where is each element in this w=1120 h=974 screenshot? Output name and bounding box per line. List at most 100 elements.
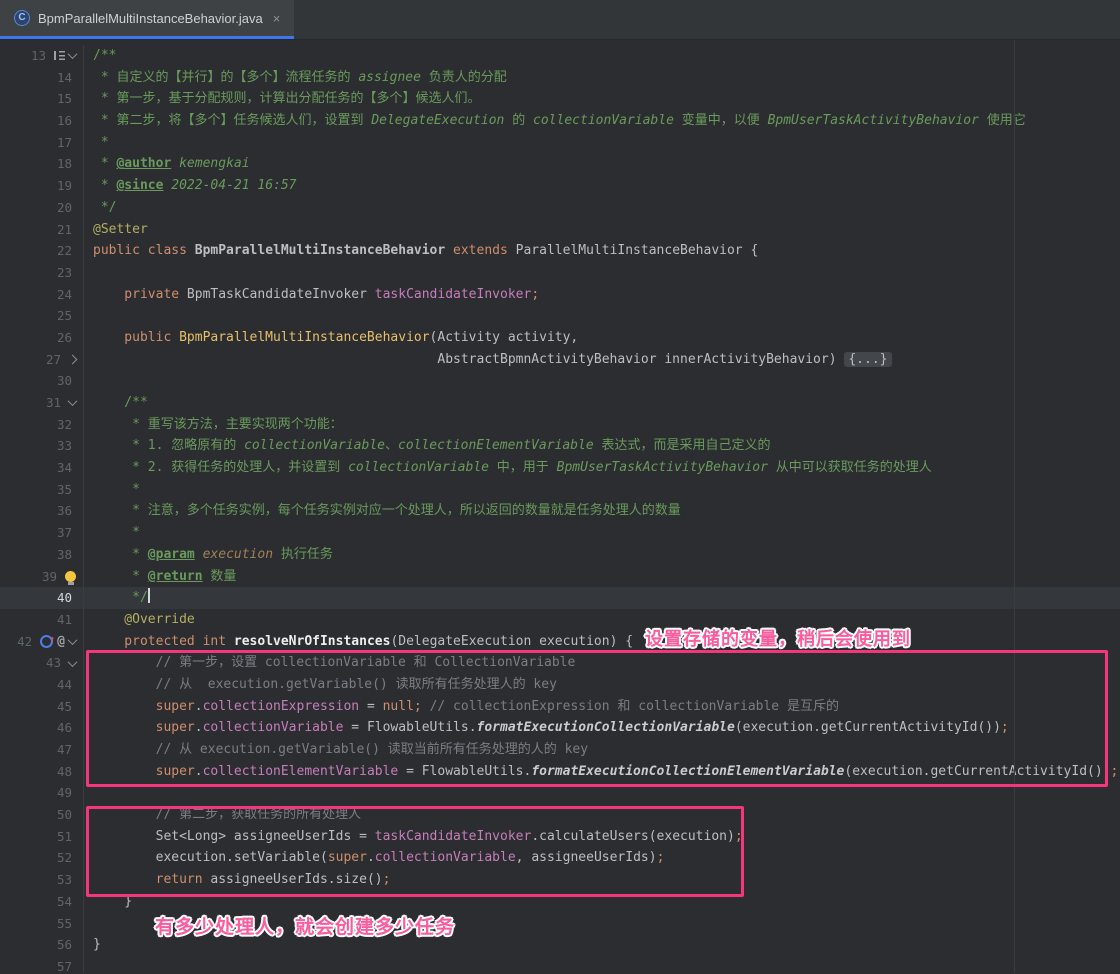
line-gutter: 37	[0, 522, 84, 544]
code-text: *	[84, 522, 140, 544]
code-line[interactable]: 18 * @author kemengkai	[0, 153, 1120, 175]
code-line[interactable]: 37 *	[0, 522, 1120, 544]
code-line[interactable]: 34 * 2. 获得任务的处理人，并设置到 collectionVariable…	[0, 457, 1120, 479]
code-line[interactable]: 41 @Override	[0, 609, 1120, 631]
line-number: 32	[48, 414, 72, 436]
code-line[interactable]: 40 */	[0, 587, 1120, 609]
code-text: * 第一步，基于分配规则，计算出分配任务的【多个】候选人们。	[84, 88, 480, 110]
code-line[interactable]: 36 * 注意，多个任务实例，每个任务实例对应一个处理人，所以返回的数量就是任务…	[0, 500, 1120, 522]
code-line[interactable]: 35 *	[0, 479, 1120, 501]
annotation-note-2: 有多少处理人，就会创建多少任务	[155, 912, 455, 939]
code-line[interactable]: 57	[0, 956, 1120, 973]
code-line[interactable]: 26 public BpmParallelMultiInstanceBehavi…	[0, 327, 1120, 349]
code-line[interactable]: 17 *	[0, 132, 1120, 154]
code-line[interactable]: 19 * @since 2022-04-21 16:57	[0, 175, 1120, 197]
line-gutter: 15	[0, 88, 84, 110]
line-number: 25	[48, 305, 72, 327]
annotation-box-step1	[86, 650, 1108, 787]
line-number: 26	[48, 327, 72, 349]
line-number: 33	[48, 435, 72, 457]
line-gutter: 30	[0, 370, 84, 392]
code-text	[84, 305, 93, 327]
line-number: 23	[48, 262, 72, 284]
line-number: 42	[8, 631, 32, 653]
line-number: 14	[48, 67, 72, 89]
line-number: 54	[48, 891, 72, 913]
fold-expand-icon[interactable]	[68, 49, 78, 59]
editor[interactable]: 13 /**14 * 自定义的【并行】的【多个】流程任务的 assignee 负责…	[0, 40, 1120, 973]
line-number: 36	[48, 500, 72, 522]
line-number: 44	[48, 674, 72, 696]
code-line[interactable]: 13 /**	[0, 45, 1120, 67]
line-number: 50	[48, 804, 72, 826]
code-text: * 1. 忽略原有的 collectionVariable、collection…	[84, 435, 771, 457]
line-gutter: 35	[0, 479, 84, 501]
line-number: 40	[48, 587, 72, 609]
line-gutter: 44	[0, 674, 84, 696]
code-line[interactable]: 15 * 第一步，基于分配规则，计算出分配任务的【多个】候选人们。	[0, 88, 1120, 110]
line-number: 47	[48, 739, 72, 761]
code-line[interactable]: 16 * 第二步，将【多个】任务候选人们，设置到 DelegateExecuti…	[0, 110, 1120, 132]
code-line[interactable]: 14 * 自定义的【并行】的【多个】流程任务的 assignee 负责人的分配	[0, 67, 1120, 89]
line-number: 39	[33, 566, 57, 588]
line-gutter: 51	[0, 826, 84, 848]
code-line[interactable]: 42 @ protected int resolveNrOfInstances(D…	[0, 631, 1120, 653]
code-line[interactable]: 38 * @param execution 执行任务	[0, 544, 1120, 566]
line-gutter: 18	[0, 153, 84, 175]
code-line[interactable]: 25	[0, 305, 1120, 327]
fold-expand-icon[interactable]	[68, 635, 78, 645]
line-gutter: 21	[0, 219, 84, 241]
code-text	[84, 956, 93, 973]
line-number: 34	[48, 457, 72, 479]
line-gutter: 56	[0, 934, 84, 956]
line-gutter: 34	[0, 457, 84, 479]
line-number: 13	[22, 45, 46, 67]
line-gutter: 25	[0, 305, 84, 327]
line-gutter: 13	[0, 45, 84, 67]
annotation-icon[interactable]: @	[57, 631, 65, 653]
line-gutter: 17	[0, 132, 84, 154]
line-number: 53	[48, 869, 72, 891]
code-line[interactable]: 30	[0, 370, 1120, 392]
code-line[interactable]: 23	[0, 262, 1120, 284]
line-gutter: 40	[0, 587, 84, 609]
line-gutter: 32	[0, 414, 84, 436]
line-gutter: 24	[0, 284, 84, 306]
fold-expand-icon[interactable]	[68, 396, 78, 406]
tab-file[interactable]: C BpmParallelMultiInstanceBehavior.java …	[0, 0, 294, 39]
code-text: * 重写该方法，主要实现两个功能：	[84, 414, 343, 436]
line-number: 21	[48, 219, 72, 241]
code-line[interactable]: 21@Setter	[0, 219, 1120, 241]
line-number: 57	[48, 956, 72, 973]
code-line[interactable]: 33 * 1. 忽略原有的 collectionVariable、collect…	[0, 435, 1120, 457]
code-text: * 2. 获得任务的处理人，并设置到 collectionVariable 中，…	[84, 457, 932, 479]
code-text: /**	[84, 45, 116, 67]
line-gutter: 26	[0, 327, 84, 349]
code-line[interactable]: 24 private BpmTaskCandidateInvoker taskC…	[0, 284, 1120, 306]
code-line[interactable]: 39 * @return 数量	[0, 566, 1120, 588]
tab-close-icon[interactable]: ×	[271, 11, 283, 26]
fold-expand-icon[interactable]	[68, 657, 78, 667]
line-gutter: 46	[0, 717, 84, 739]
line-number: 38	[48, 544, 72, 566]
override-method-icon[interactable]	[40, 635, 53, 648]
code-line[interactable]: 32 * 重写该方法，主要实现两个功能：	[0, 414, 1120, 436]
line-gutter: 45	[0, 696, 84, 718]
fold-collapse-icon[interactable]	[68, 355, 78, 365]
line-number: 20	[48, 197, 72, 219]
code-line[interactable]: 27 AbstractBpmnActivityBehavior innerAct…	[0, 349, 1120, 371]
code-text: * @return 数量	[84, 566, 236, 588]
line-gutter: 50	[0, 804, 84, 826]
intention-bulb-icon[interactable]	[65, 571, 76, 582]
line-number: 55	[48, 913, 72, 935]
line-number: 30	[48, 370, 72, 392]
doc-render-toggle-icon[interactable]	[54, 51, 65, 60]
code-line[interactable]: 22public class BpmParallelMultiInstanceB…	[0, 240, 1120, 262]
code-text: }	[84, 934, 101, 956]
code-text: protected int resolveNrOfInstances(Deleg…	[84, 631, 633, 653]
code-line[interactable]: 31 /**	[0, 392, 1120, 414]
java-class-icon: C	[14, 10, 30, 26]
line-gutter: 55	[0, 913, 84, 935]
annotation-note-1: 设置存储的变量，稍后会使用到	[645, 625, 911, 651]
code-line[interactable]: 20 */	[0, 197, 1120, 219]
